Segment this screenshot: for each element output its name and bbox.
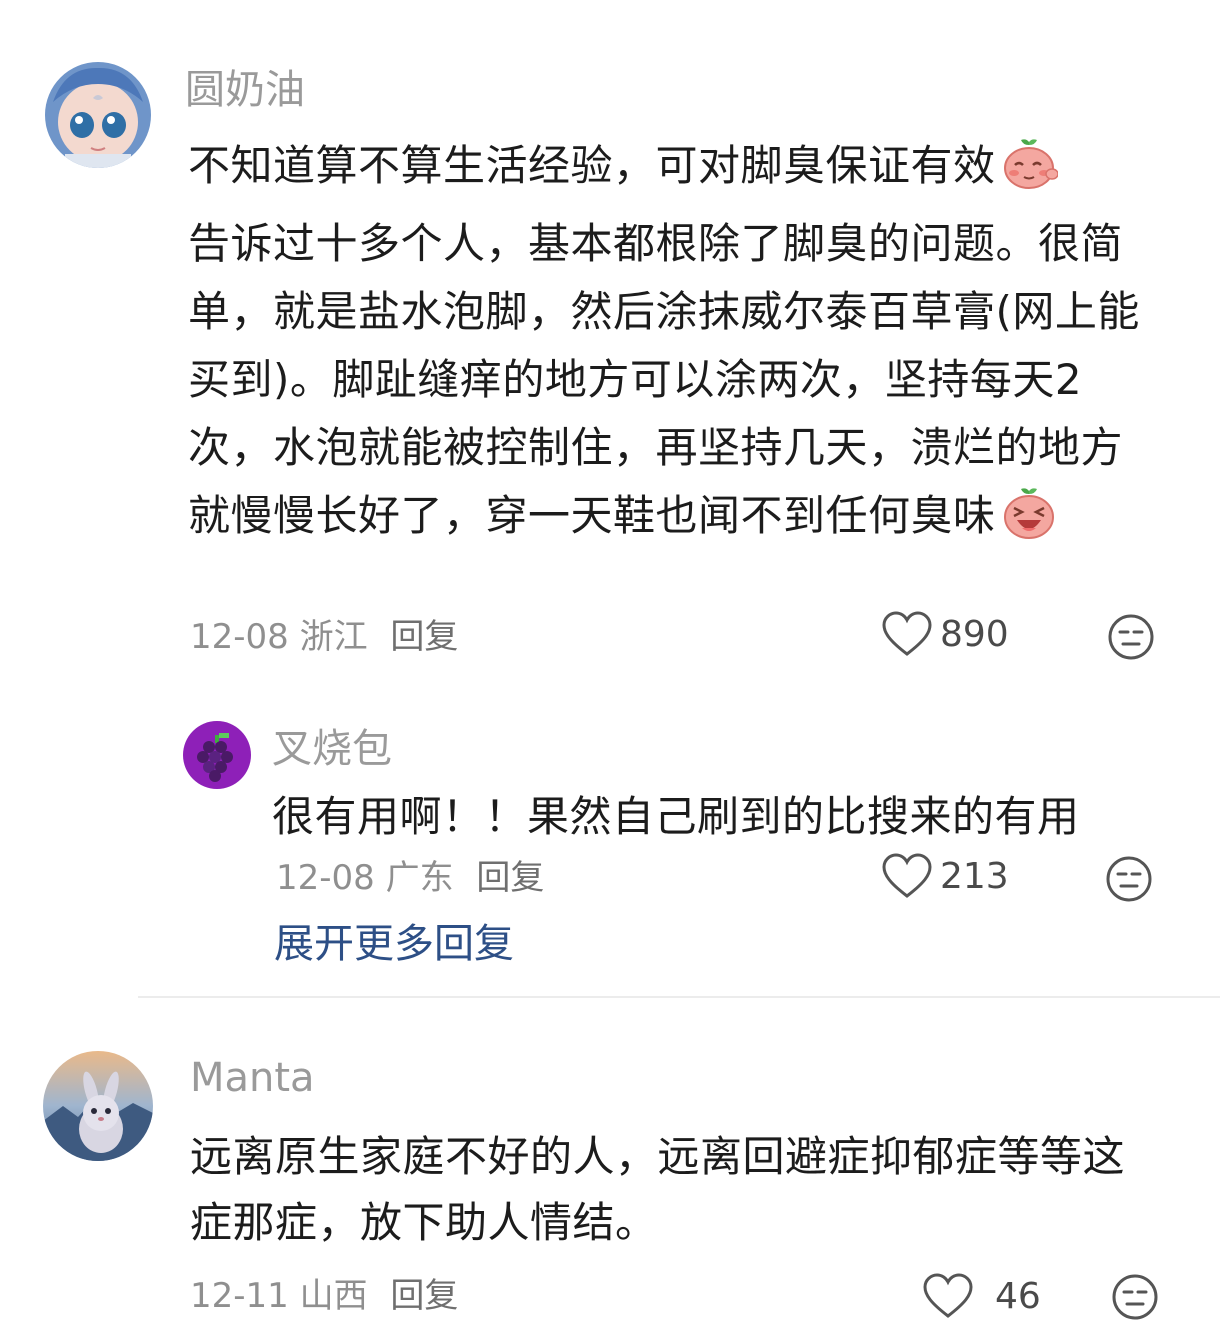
dislike-button[interactable]: [1105, 855, 1153, 907]
reply-button[interactable]: 回复: [390, 1276, 458, 1316]
heart-icon: [882, 611, 932, 656]
avatar[interactable]: [43, 1051, 153, 1161]
like-button[interactable]: 46: [923, 1273, 1041, 1319]
comment-date: 12-11: [190, 1276, 289, 1316]
divider: [138, 996, 1220, 998]
username[interactable]: Manta: [190, 1054, 315, 1102]
username[interactable]: 叉烧包: [272, 725, 392, 773]
like-count: 46: [995, 1275, 1041, 1317]
blushing-peach-emoji-icon: [1000, 138, 1059, 210]
avatar[interactable]: [183, 721, 251, 789]
comment-text-line: 不知道算不算生活经验，可对脚臭保证有效: [188, 141, 996, 190]
expand-more-replies-link[interactable]: 展开更多回复: [274, 920, 514, 968]
comment-text: 不知道算不算生活经验，可对脚臭保证有效 告诉过十多个人，基本都根除了脚臭的问题。…: [188, 132, 1153, 560]
neutral-face-icon: [1106, 856, 1152, 902]
comment-date: 12-08: [190, 617, 289, 657]
comment-location: 广东: [385, 858, 454, 898]
like-button[interactable]: 213: [882, 853, 1009, 899]
avatar[interactable]: [45, 62, 151, 168]
heart-icon: [882, 853, 932, 898]
reply-button[interactable]: 回复: [476, 858, 544, 898]
comment-text: 很有用啊！！果然自己刷到的比搜来的有用: [272, 792, 1080, 841]
comment-location: 山西: [299, 1276, 368, 1316]
comment-text: 远离原生家庭不好的人，远离回避症抑郁症等等这症那症，放下助人情结。: [190, 1132, 1126, 1247]
comment-meta: 12-08 广东 回复: [276, 858, 544, 898]
neutral-face-icon: [1108, 614, 1154, 660]
comment-date: 12-08: [276, 858, 375, 898]
comment-meta: 12-11 山西 回复: [190, 1276, 458, 1316]
laughing-peach-emoji-icon: [1000, 486, 1058, 560]
like-button[interactable]: 890: [882, 611, 1009, 657]
like-count: 213: [940, 855, 1009, 897]
dislike-button[interactable]: [1107, 613, 1155, 665]
username[interactable]: 圆奶油: [185, 66, 305, 114]
neutral-face-icon: [1112, 1274, 1158, 1320]
heart-icon: [923, 1273, 973, 1318]
like-count: 890: [940, 613, 1009, 655]
comment-text-line: 告诉过十多个人，基本都根除了脚臭的问题。很简单，就是盐水泡脚，然后涂抹威尔泰百草…: [188, 219, 1140, 540]
comment-location: 浙江: [299, 617, 368, 657]
reply-button[interactable]: 回复: [390, 617, 458, 657]
comment-meta: 12-08 浙江 回复: [190, 617, 458, 657]
dislike-button[interactable]: [1111, 1273, 1159, 1325]
